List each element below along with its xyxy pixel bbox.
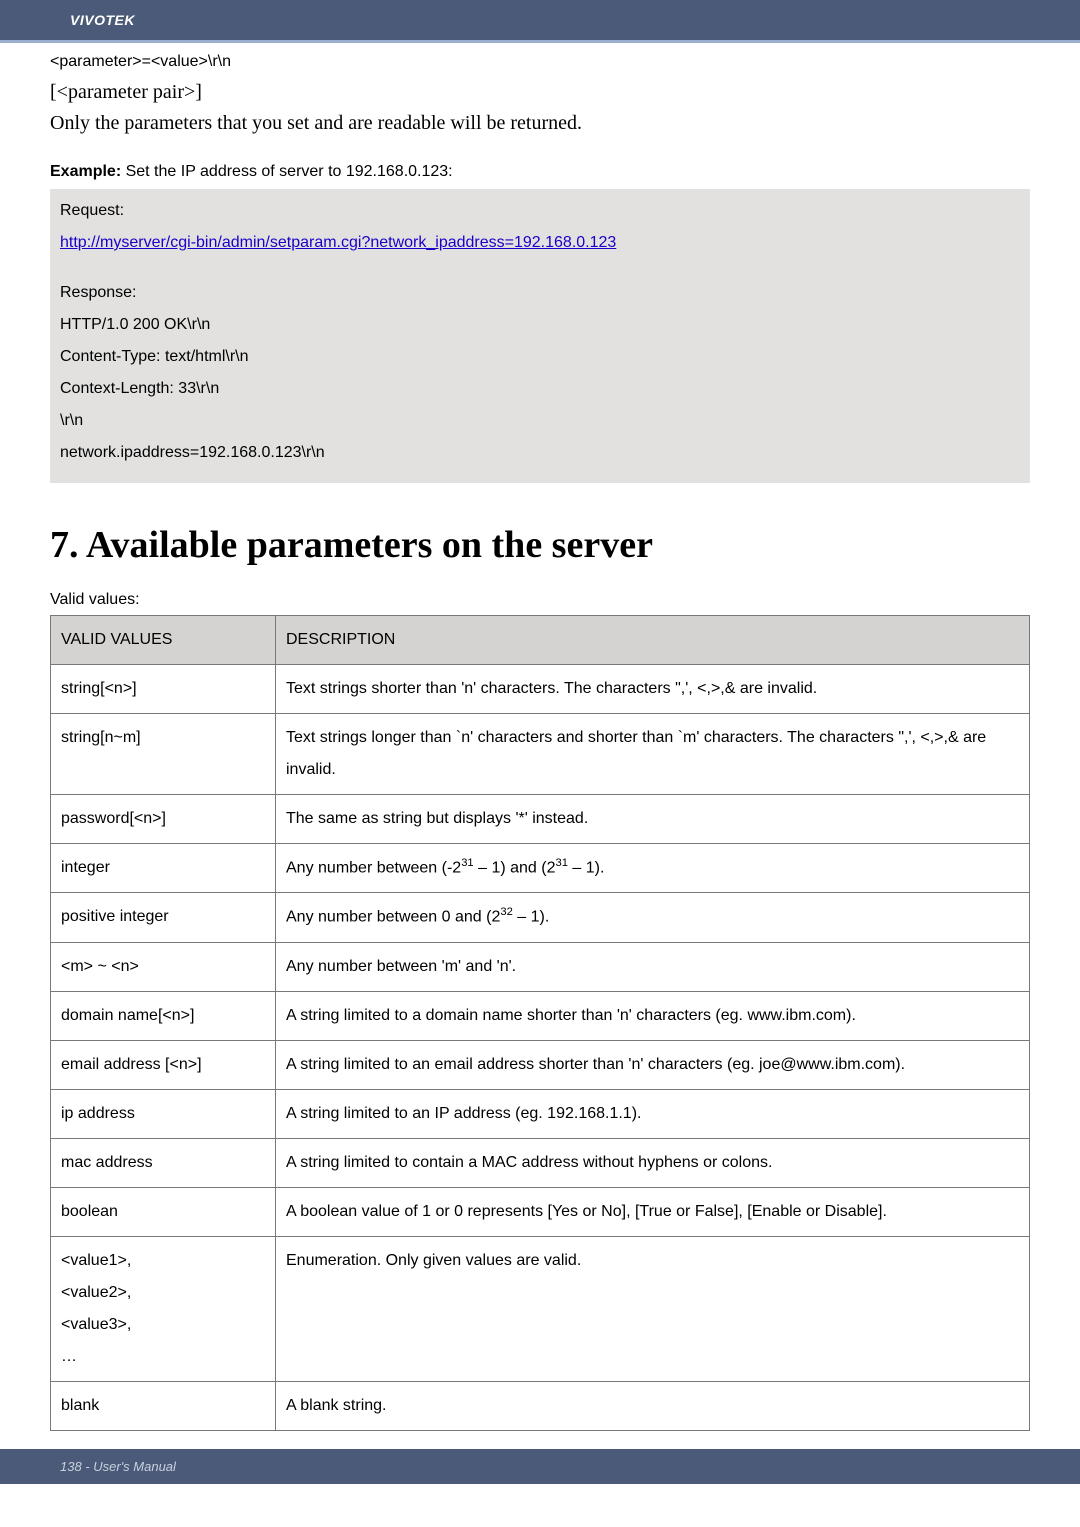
cell-valid-value: email address [<n>]: [51, 1040, 276, 1089]
cell-description: Text strings shorter than 'n' characters…: [276, 665, 1030, 714]
cell-description: A string limited to an IP address (eg. 1…: [276, 1089, 1030, 1138]
cell-description: Any number between 'm' and 'n'.: [276, 942, 1030, 991]
request-label: Request:: [60, 195, 1020, 227]
cell-valid-value: blank: [51, 1381, 276, 1430]
cell-valid-value: boolean: [51, 1187, 276, 1236]
table-row: integerAny number between (-231 – 1) and…: [51, 844, 1030, 893]
table-row: domain name[<n>]A string limited to a do…: [51, 991, 1030, 1040]
valid-values-table: VALID VALUES DESCRIPTION string[<n>]Text…: [50, 615, 1030, 1431]
response-line-0: HTTP/1.0 200 OK\r\n: [60, 309, 1020, 341]
example-label-bold: Example:: [50, 163, 121, 180]
table-row: blankA blank string.: [51, 1381, 1030, 1430]
request-url-link[interactable]: http://myserver/cgi-bin/admin/setparam.c…: [60, 234, 616, 251]
syntax-line-3: Only the parameters that you set and are…: [50, 112, 1030, 135]
footer-band: 138 - User's Manual: [0, 1449, 1080, 1484]
syntax-line-1: <parameter>=<value>\r\n: [50, 53, 1030, 71]
cell-valid-value: positive integer: [51, 893, 276, 942]
cell-valid-value: <m> ~ <n>: [51, 942, 276, 991]
table-row: <m> ~ <n>Any number between 'm' and 'n'.: [51, 942, 1030, 991]
cell-description: A string limited to an email address sho…: [276, 1040, 1030, 1089]
header-underline: [0, 40, 1080, 43]
cell-valid-value: string[<n>]: [51, 665, 276, 714]
table-header-row: VALID VALUES DESCRIPTION: [51, 616, 1030, 665]
cell-valid-value: mac address: [51, 1138, 276, 1187]
response-label: Response:: [60, 277, 1020, 309]
response-line-1: Content-Type: text/html\r\n: [60, 341, 1020, 373]
cell-description: The same as string but displays '*' inst…: [276, 795, 1030, 844]
cell-description: Any number between 0 and (232 – 1).: [276, 893, 1030, 942]
table-row: ip addressA string limited to an IP addr…: [51, 1089, 1030, 1138]
table-row: positive integerAny number between 0 and…: [51, 893, 1030, 942]
section-title: 7. Available parameters on the server: [50, 523, 1030, 567]
footer-text: 138 - User's Manual: [60, 1459, 176, 1474]
example-box: Request: http://myserver/cgi-bin/admin/s…: [50, 189, 1030, 483]
th-valid-values: VALID VALUES: [51, 616, 276, 665]
cell-description: A blank string.: [276, 1381, 1030, 1430]
table-row: booleanA boolean value of 1 or 0 represe…: [51, 1187, 1030, 1236]
valid-values-label: Valid values:: [50, 591, 1030, 609]
table-row: <value1>,<value2>,<value3>,…Enumeration.…: [51, 1236, 1030, 1381]
brand-logo: VIVOTEK: [70, 12, 135, 28]
header-band: VIVOTEK: [0, 0, 1080, 40]
cell-valid-value: password[<n>]: [51, 795, 276, 844]
table-row: mac addressA string limited to contain a…: [51, 1138, 1030, 1187]
cell-valid-value: <value1>,<value2>,<value3>,…: [51, 1236, 276, 1381]
example-label-text: Set the IP address of server to 192.168.…: [126, 163, 453, 180]
table-row: string[<n>]Text strings shorter than 'n'…: [51, 665, 1030, 714]
cell-description: Any number between (-231 – 1) and (231 –…: [276, 844, 1030, 893]
page-content: <parameter>=<value>\r\n [<parameter pair…: [0, 53, 1080, 1431]
response-line-4: network.ipaddress=192.168.0.123\r\n: [60, 437, 1020, 469]
cell-description: A boolean value of 1 or 0 represents [Ye…: [276, 1187, 1030, 1236]
response-line-2: Context-Length: 33\r\n: [60, 373, 1020, 405]
th-description: DESCRIPTION: [276, 616, 1030, 665]
example-heading: Example: Set the IP address of server to…: [50, 163, 1030, 181]
table-row: password[<n>]The same as string but disp…: [51, 795, 1030, 844]
cell-valid-value: integer: [51, 844, 276, 893]
cell-description: Enumeration. Only given values are valid…: [276, 1236, 1030, 1381]
spacer: [60, 259, 1020, 277]
cell-description: Text strings longer than `n' characters …: [276, 714, 1030, 795]
cell-valid-value: string[n~m]: [51, 714, 276, 795]
table-row: email address [<n>]A string limited to a…: [51, 1040, 1030, 1089]
response-line-3: \r\n: [60, 405, 1020, 437]
cell-valid-value: ip address: [51, 1089, 276, 1138]
request-url-line: http://myserver/cgi-bin/admin/setparam.c…: [60, 227, 1020, 259]
cell-description: A string limited to contain a MAC addres…: [276, 1138, 1030, 1187]
table-row: string[n~m]Text strings longer than `n' …: [51, 714, 1030, 795]
cell-description: A string limited to a domain name shorte…: [276, 991, 1030, 1040]
cell-valid-value: domain name[<n>]: [51, 991, 276, 1040]
syntax-line-2: [<parameter pair>]: [50, 81, 1030, 104]
